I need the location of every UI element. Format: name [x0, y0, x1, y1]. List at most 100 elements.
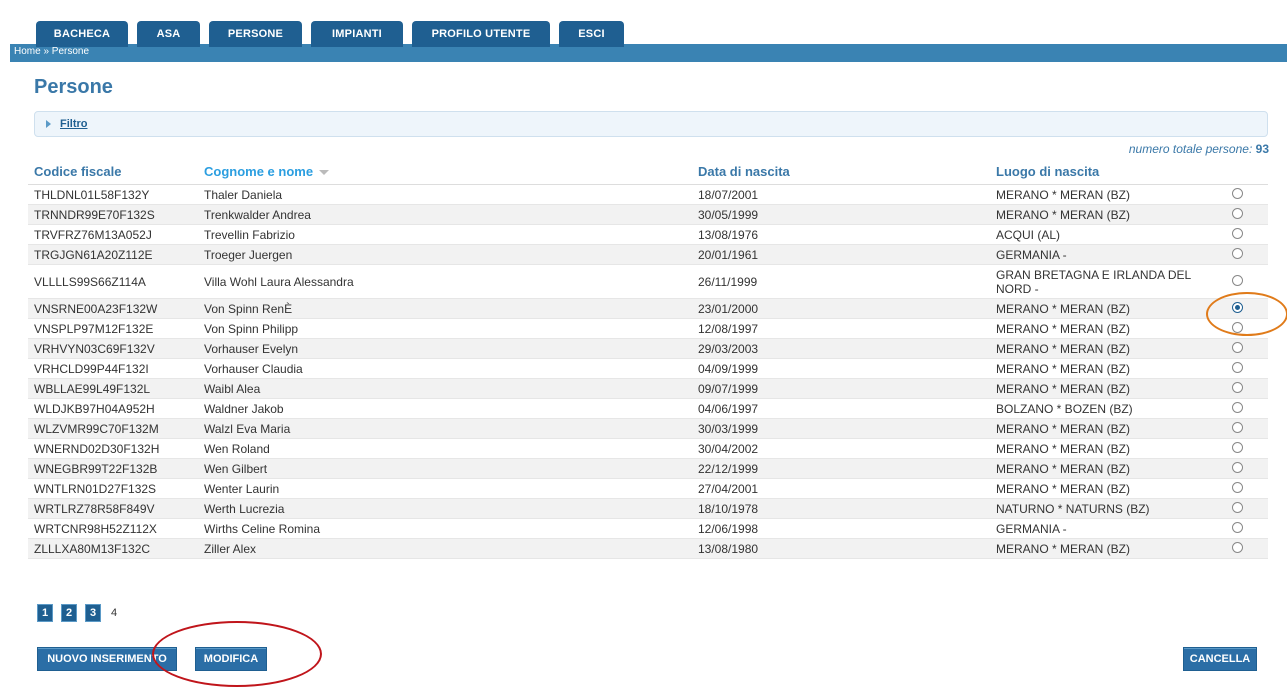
cell-luogo-nascita: MERANO * MERAN (BZ): [990, 418, 1226, 439]
cell-codice-fiscale: WBLLAE99L49F132L: [28, 378, 198, 399]
column-header-codice-fiscale[interactable]: Codice fiscale: [28, 158, 198, 185]
tab-label: ASA: [156, 28, 181, 40]
row-select-radio[interactable]: [1232, 274, 1243, 286]
row-select-radio[interactable]: [1232, 341, 1243, 353]
row-select-radio[interactable]: [1232, 381, 1243, 393]
row-select-radio[interactable]: [1232, 401, 1243, 413]
cell-codice-fiscale: WNERND02D30F132H: [28, 438, 198, 459]
tab-bacheca[interactable]: BACHECA: [36, 21, 128, 47]
tab-label: IMPIANTI: [332, 28, 382, 40]
table-row[interactable]: TRNNDR99E70F132S Trenkwalder Andrea 30/05/…: [28, 204, 1268, 225]
cell-data-nascita: 13/08/1976: [692, 224, 990, 245]
row-select-radio[interactable]: [1232, 207, 1243, 219]
column-header-luogo-nascita[interactable]: Luogo di nascita: [990, 158, 1226, 185]
row-select-radio[interactable]: [1232, 541, 1243, 553]
table-row[interactable]: WLDJKB97H04A952H Waldner Jakob 04/06/1997 B…: [28, 398, 1268, 419]
page-button-2[interactable]: 2: [61, 604, 77, 622]
cell-select: [1226, 498, 1268, 519]
total-count: numero totale persone: 93: [1129, 142, 1269, 156]
cell-luogo-nascita: GRAN BRETAGNA E IRLANDA DEL NORD -: [990, 264, 1226, 299]
table-row[interactable]: VLLLLS99S66Z114A Villa Wohl Laura Alessan…: [28, 264, 1268, 299]
cell-cognome-nome: Villa Wohl Laura Alessandra: [198, 264, 692, 299]
filter-panel[interactable]: Filtro: [34, 111, 1268, 137]
tab-profilo-utente[interactable]: PROFILO UTENTE: [412, 21, 550, 47]
row-select-radio[interactable]: [1232, 461, 1243, 473]
cell-data-nascita: 27/04/2001: [692, 478, 990, 499]
row-select-radio[interactable]: [1232, 187, 1243, 199]
column-header-cognome-nome[interactable]: Cognome e nome: [198, 158, 692, 185]
tab-asa[interactable]: ASA: [137, 21, 200, 47]
cell-select: [1226, 538, 1268, 559]
row-select-radio[interactable]: [1232, 361, 1243, 373]
table-row[interactable]: VNSRNE00A23F132W Von Spinn RenÈ 23/01/2000…: [28, 298, 1268, 319]
table-header-row: Codice fiscale Cognome e nome Data di na…: [28, 158, 1268, 185]
row-select-radio[interactable]: [1232, 521, 1243, 533]
table-row[interactable]: WBLLAE99L49F132L Waibl Alea 09/07/1999 MERA…: [28, 378, 1268, 399]
cell-codice-fiscale: VRHVYN03C69F132V: [28, 338, 198, 359]
row-select-radio[interactable]: [1232, 481, 1243, 493]
cell-codice-fiscale: TRGJGN61A20Z112E: [28, 244, 198, 265]
cell-select: [1226, 244, 1268, 265]
row-select-radio[interactable]: [1232, 501, 1243, 513]
cell-codice-fiscale: WLZVMR99C70F132M: [28, 418, 198, 439]
page-title: Persone: [34, 76, 113, 98]
tab-persone[interactable]: PERSONE: [209, 21, 302, 47]
cell-data-nascita: 30/05/1999: [692, 204, 990, 225]
cell-cognome-nome: Ziller Alex: [198, 538, 692, 559]
expand-arrow-icon[interactable]: [46, 120, 51, 128]
table-row[interactable]: WRTCNR98H52Z112X Wirths Celine Romina 12/0…: [28, 518, 1268, 539]
cell-luogo-nascita: BOLZANO * BOZEN (BZ): [990, 398, 1226, 419]
cell-cognome-nome: Vorhauser Claudia: [198, 358, 692, 379]
table-row[interactable]: VNSPLP97M12F132E Von Spinn Philipp 12/08/1…: [28, 318, 1268, 339]
cell-luogo-nascita: MERANO * MERAN (BZ): [990, 184, 1226, 205]
cell-codice-fiscale: VNSRNE00A23F132W: [28, 298, 198, 319]
cell-select: [1226, 518, 1268, 539]
table-row[interactable]: WNTLRN01D27F132S Wenter Laurin 27/04/2001 M…: [28, 478, 1268, 499]
table-row[interactable]: VRHCLD99P44F132I Vorhauser Claudia 04/09/1…: [28, 358, 1268, 379]
tab-label: PERSONE: [227, 28, 284, 40]
table-row[interactable]: TRVFRZ76M13A052J Trevellin Fabrizio 13/08/…: [28, 224, 1268, 245]
cell-codice-fiscale: TRVFRZ76M13A052J: [28, 224, 198, 245]
cell-data-nascita: 20/01/1961: [692, 244, 990, 265]
row-select-radio[interactable]: [1232, 421, 1243, 433]
cell-luogo-nascita: MERANO * MERAN (BZ): [990, 478, 1226, 499]
total-label: numero totale persone:: [1128, 142, 1253, 156]
cell-select: [1226, 438, 1268, 459]
table-row[interactable]: WNEGBR99T22F132B Wen Gilbert 22/12/1999 MER…: [28, 458, 1268, 479]
row-select-radio[interactable]: [1232, 441, 1243, 453]
table-row[interactable]: ZLLLXA80M13F132C Ziller Alex 13/08/1980 MER…: [28, 538, 1268, 559]
cell-select: [1226, 224, 1268, 245]
filter-link[interactable]: Filtro: [60, 118, 88, 130]
breadcrumb[interactable]: Home » Persone: [14, 46, 89, 57]
table-row[interactable]: WLZVMR99C70F132M Walzl Eva Maria 30/03/199…: [28, 418, 1268, 439]
table-body: THLDNL01L58F132Y Thaler Daniela 18/07/2001…: [28, 184, 1268, 559]
table-row[interactable]: WRTLRZ78R58F849V Werth Lucrezia 18/10/1978…: [28, 498, 1268, 519]
row-select-radio[interactable]: [1232, 247, 1243, 259]
cell-data-nascita: 12/06/1998: [692, 518, 990, 539]
cell-codice-fiscale: VLLLLS99S66Z114A: [28, 264, 198, 299]
cell-data-nascita: 12/08/1997: [692, 318, 990, 339]
cell-data-nascita: 18/10/1978: [692, 498, 990, 519]
tab-esci[interactable]: ESCI: [559, 21, 624, 47]
column-header-label[interactable]: Cognome e nome: [204, 164, 313, 179]
cell-data-nascita: 18/07/2001: [692, 184, 990, 205]
sort-desc-icon[interactable]: [319, 169, 330, 175]
cell-cognome-nome: Wirths Celine Romina: [198, 518, 692, 539]
cell-cognome-nome: Thaler Daniela: [198, 184, 692, 205]
cell-luogo-nascita: MERANO * MERAN (BZ): [990, 358, 1226, 379]
tab-impianti[interactable]: IMPIANTI: [311, 21, 403, 47]
cell-luogo-nascita: GERMANIA -: [990, 244, 1226, 265]
page-button-1[interactable]: 1: [37, 604, 53, 622]
page-button-3[interactable]: 3: [85, 604, 101, 622]
delete-button[interactable]: CANCELLA: [1183, 647, 1257, 671]
table-row[interactable]: WNERND02D30F132H Wen Roland 30/04/2002 MERA…: [28, 438, 1268, 459]
cell-codice-fiscale: WNTLRN01D27F132S: [28, 478, 198, 499]
column-header-data-nascita[interactable]: Data di nascita: [692, 158, 990, 185]
current-page: 4: [111, 607, 118, 619]
cell-cognome-nome: Waibl Alea: [198, 378, 692, 399]
cell-select: [1226, 358, 1268, 379]
table-row[interactable]: TRGJGN61A20Z112E Troeger Juergen 20/01/196…: [28, 244, 1268, 265]
table-row[interactable]: THLDNL01L58F132Y Thaler Daniela 18/07/2001…: [28, 184, 1268, 205]
table-row[interactable]: VRHVYN03C69F132V Vorhauser Evelyn 29/03/20…: [28, 338, 1268, 359]
row-select-radio[interactable]: [1232, 227, 1243, 239]
